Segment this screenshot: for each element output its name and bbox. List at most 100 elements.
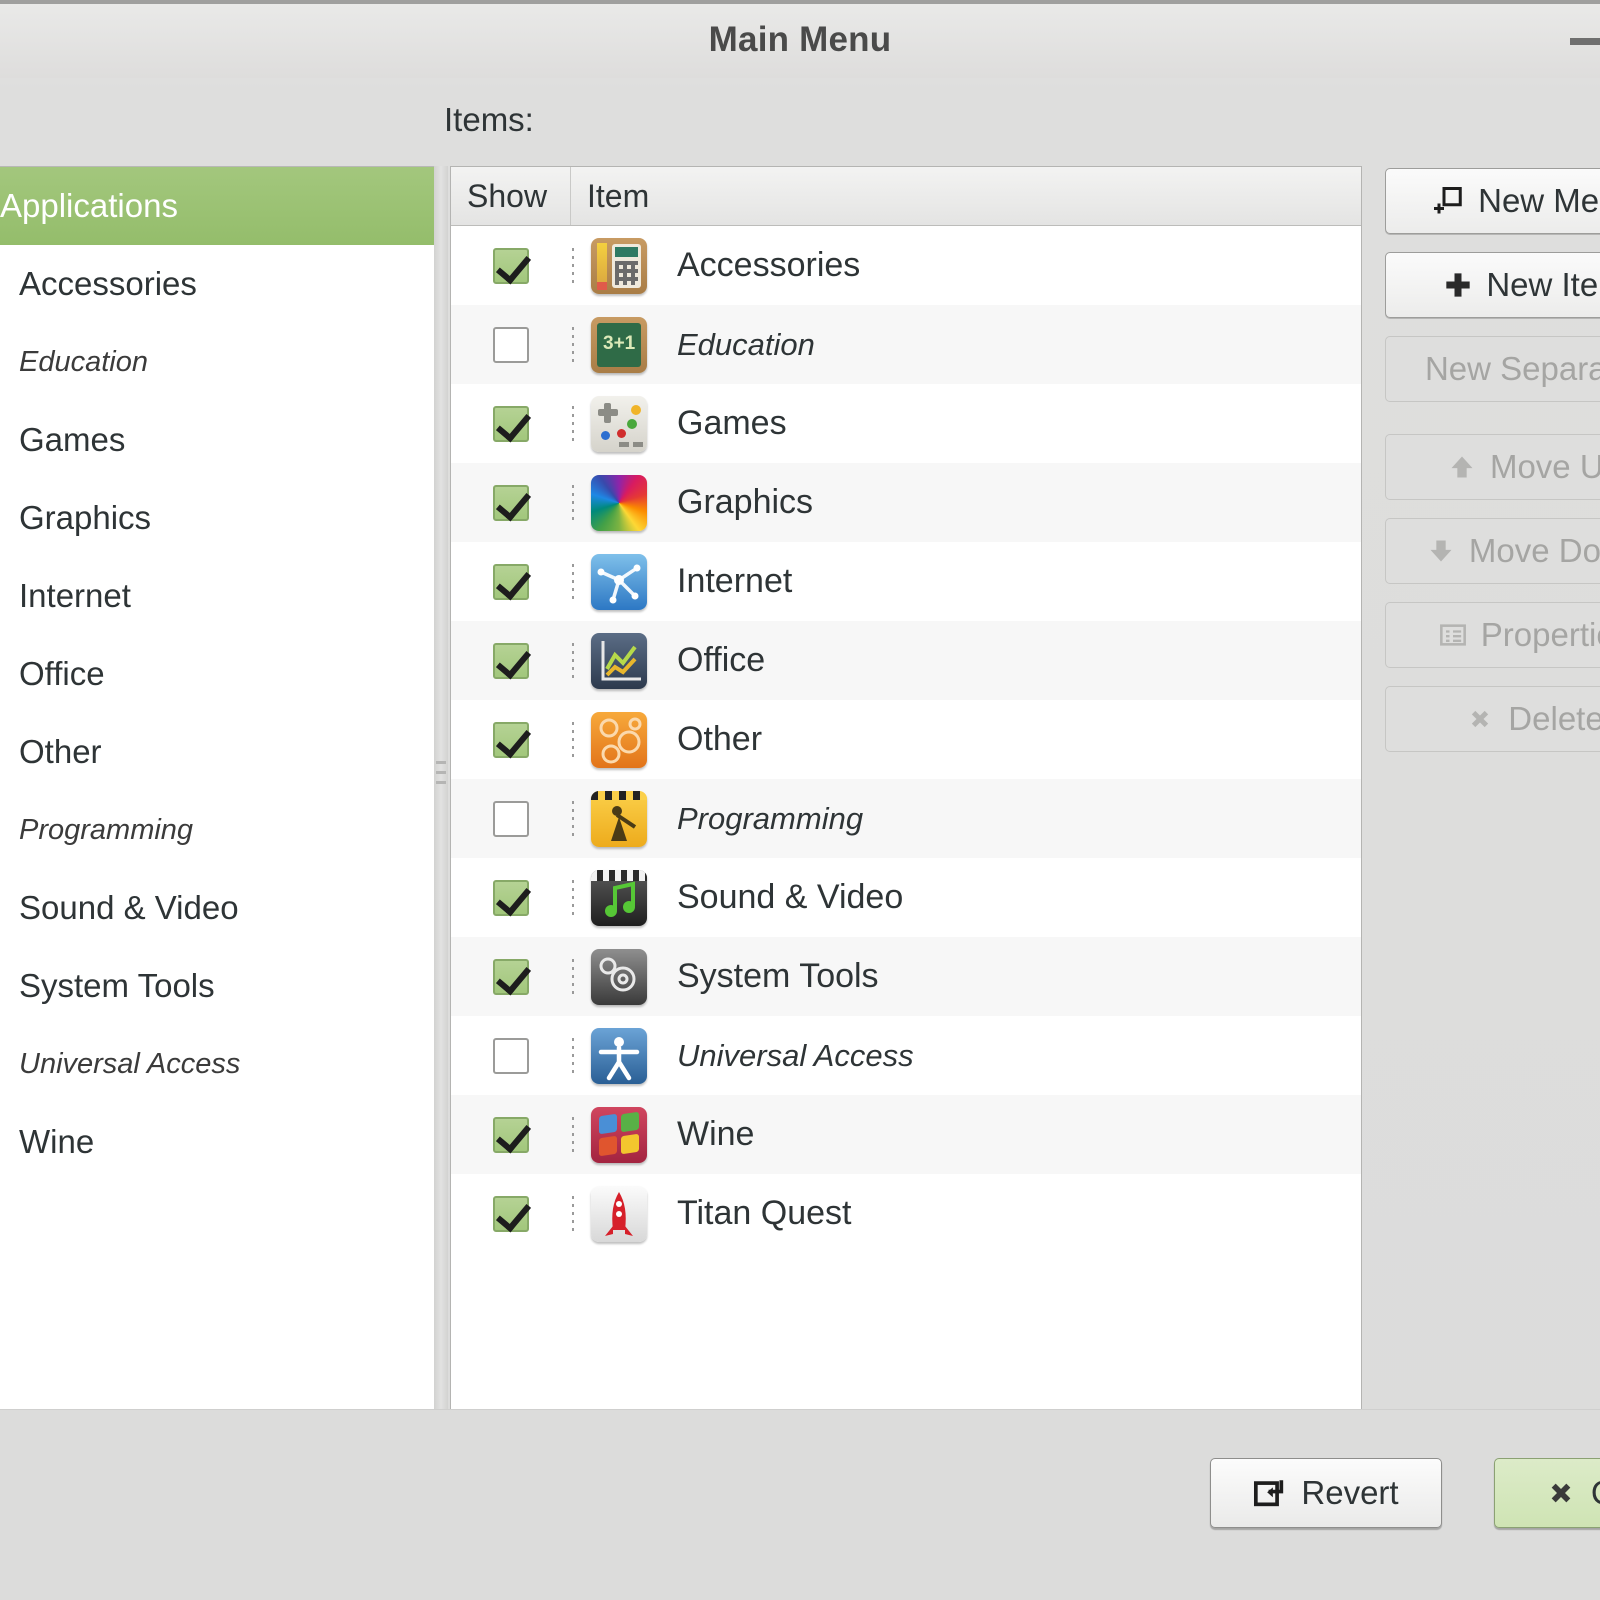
plus-icon (1444, 271, 1472, 299)
sidebar-item-applications[interactable]: Applications (0, 167, 434, 245)
show-cell[interactable] (451, 642, 574, 679)
show-cell[interactable] (451, 326, 574, 363)
revert-button-label: Revert (1301, 1474, 1399, 1511)
table-row[interactable]: System Tools (451, 937, 1361, 1016)
other-icon (571, 711, 655, 768)
show-checkbox[interactable] (493, 484, 529, 521)
button-label: Properties (1480, 616, 1600, 653)
new-menu-button[interactable]: New Menu (1385, 168, 1600, 234)
splitter-grip-icon (436, 754, 446, 791)
sidebar-item-office[interactable]: Office (0, 635, 434, 713)
show-checkbox[interactable] (493, 247, 529, 284)
sidebar-item-label: System Tools (19, 967, 215, 1004)
item-label: Graphics (677, 483, 814, 521)
items-list-body: Accessories 3+1 Education Games Graphics Inte… (451, 226, 1361, 1253)
sidebar-item-programming[interactable]: Programming (0, 791, 434, 869)
show-checkbox[interactable] (493, 1195, 529, 1232)
show-cell[interactable] (451, 958, 574, 995)
column-header-item[interactable]: Item (571, 167, 1361, 225)
show-cell[interactable] (451, 1116, 574, 1153)
show-cell[interactable] (451, 1037, 574, 1074)
show-checkbox[interactable] (493, 879, 529, 916)
table-row[interactable]: Sound & Video (451, 858, 1361, 937)
table-row[interactable]: 3+1 Education (451, 305, 1361, 384)
show-cell[interactable] (451, 879, 574, 916)
move-down-button: Move Down (1385, 518, 1600, 584)
sidebar-item-universal-access[interactable]: Universal Access (0, 1025, 434, 1103)
show-checkbox[interactable] (493, 563, 529, 600)
show-cell[interactable] (451, 405, 574, 442)
pane-splitter[interactable] (434, 166, 448, 1410)
table-row[interactable]: Wine (451, 1095, 1361, 1174)
title-bar: Main Menu (0, 0, 1600, 78)
item-label: Education (677, 326, 815, 362)
sidebar-item-games[interactable]: Games (0, 401, 434, 479)
table-row[interactable]: Programming (451, 779, 1361, 858)
item-label: Wine (677, 1115, 755, 1153)
button-label: Move Down (1468, 532, 1600, 569)
education-icon: 3+1 (571, 316, 655, 373)
item-label: Programming (677, 800, 864, 836)
arrow-down-icon (1427, 537, 1455, 565)
new-item-button[interactable]: New Item (1385, 252, 1600, 318)
sidebar-item-wine[interactable]: Wine (0, 1103, 434, 1181)
properties-button: Properties (1385, 602, 1600, 668)
items-list-panel[interactable]: Show Item Accessories 3+1 Education Games Gr… (450, 166, 1362, 1410)
sidebar-item-education[interactable]: Education (0, 323, 434, 401)
item-label: Sound & Video (677, 878, 904, 916)
sidebar-item-internet[interactable]: Internet (0, 557, 434, 635)
show-checkbox[interactable] (493, 958, 529, 995)
table-row[interactable]: Other (451, 700, 1361, 779)
button-label: New Menu (1478, 182, 1600, 219)
table-row[interactable]: Internet (451, 542, 1361, 621)
show-checkbox[interactable] (493, 326, 529, 363)
table-row[interactable]: Games (451, 384, 1361, 463)
button-label: New Item (1486, 266, 1600, 303)
sidebar-item-system-tools[interactable]: System Tools (0, 947, 434, 1025)
sidebar-item-label: Applications (0, 187, 178, 224)
minimize-icon[interactable] (1570, 38, 1600, 45)
properties-icon (1439, 621, 1467, 649)
show-cell[interactable] (451, 484, 574, 521)
table-row[interactable]: Accessories (451, 226, 1361, 305)
close-x-icon (1545, 1477, 1577, 1509)
show-cell[interactable] (451, 800, 574, 837)
show-checkbox[interactable] (493, 1037, 529, 1074)
button-label: New Separator (1424, 350, 1600, 387)
show-checkbox[interactable] (493, 1116, 529, 1153)
sidebar-item-sound-video[interactable]: Sound & Video (0, 869, 434, 947)
show-checkbox[interactable] (493, 642, 529, 679)
revert-button[interactable]: Revert (1210, 1458, 1442, 1528)
editor-buttons-panel: New Menu New Item New Separator Move Up Move… (1385, 168, 1600, 770)
show-checkbox[interactable] (493, 721, 529, 758)
item-label: Accessories (677, 246, 861, 284)
sidebar-item-label: Accessories (19, 265, 197, 302)
column-header-show[interactable]: Show (451, 167, 571, 225)
accessories-icon (571, 237, 655, 294)
titan-quest-icon (571, 1185, 655, 1242)
show-cell[interactable] (451, 1195, 574, 1232)
table-row[interactable]: Titan Quest (451, 1174, 1361, 1253)
table-row[interactable]: Universal Access (451, 1016, 1361, 1095)
sidebar-item-label: Games (19, 421, 126, 458)
delete-button: Delete (1385, 686, 1600, 752)
table-row[interactable]: Office (451, 621, 1361, 700)
table-row[interactable]: Graphics (451, 463, 1361, 542)
close-button-label: Close (1591, 1474, 1600, 1512)
sidebar-item-label: Education (19, 345, 148, 378)
new-menu-icon (1434, 186, 1464, 216)
show-checkbox[interactable] (493, 405, 529, 442)
sidebar-item-graphics[interactable]: Graphics (0, 479, 434, 557)
show-cell[interactable] (451, 721, 574, 758)
sidebar-item-label: Other (19, 733, 102, 770)
menu-tree-panel[interactable]: Applications Accessories Education Games Gra… (0, 166, 435, 1410)
sidebar-item-other[interactable]: Other (0, 713, 434, 791)
show-cell[interactable] (451, 563, 574, 600)
show-checkbox[interactable] (493, 800, 529, 837)
sidebar-item-label: Internet (19, 577, 131, 614)
show-cell[interactable] (451, 247, 574, 284)
main-menu-window: Main Menu Items: Applications Accessories… (0, 0, 1600, 1600)
sidebar-item-accessories[interactable]: Accessories (0, 245, 434, 323)
close-button[interactable]: Close (1494, 1458, 1600, 1528)
sidebar-item-label: Universal Access (19, 1047, 241, 1080)
